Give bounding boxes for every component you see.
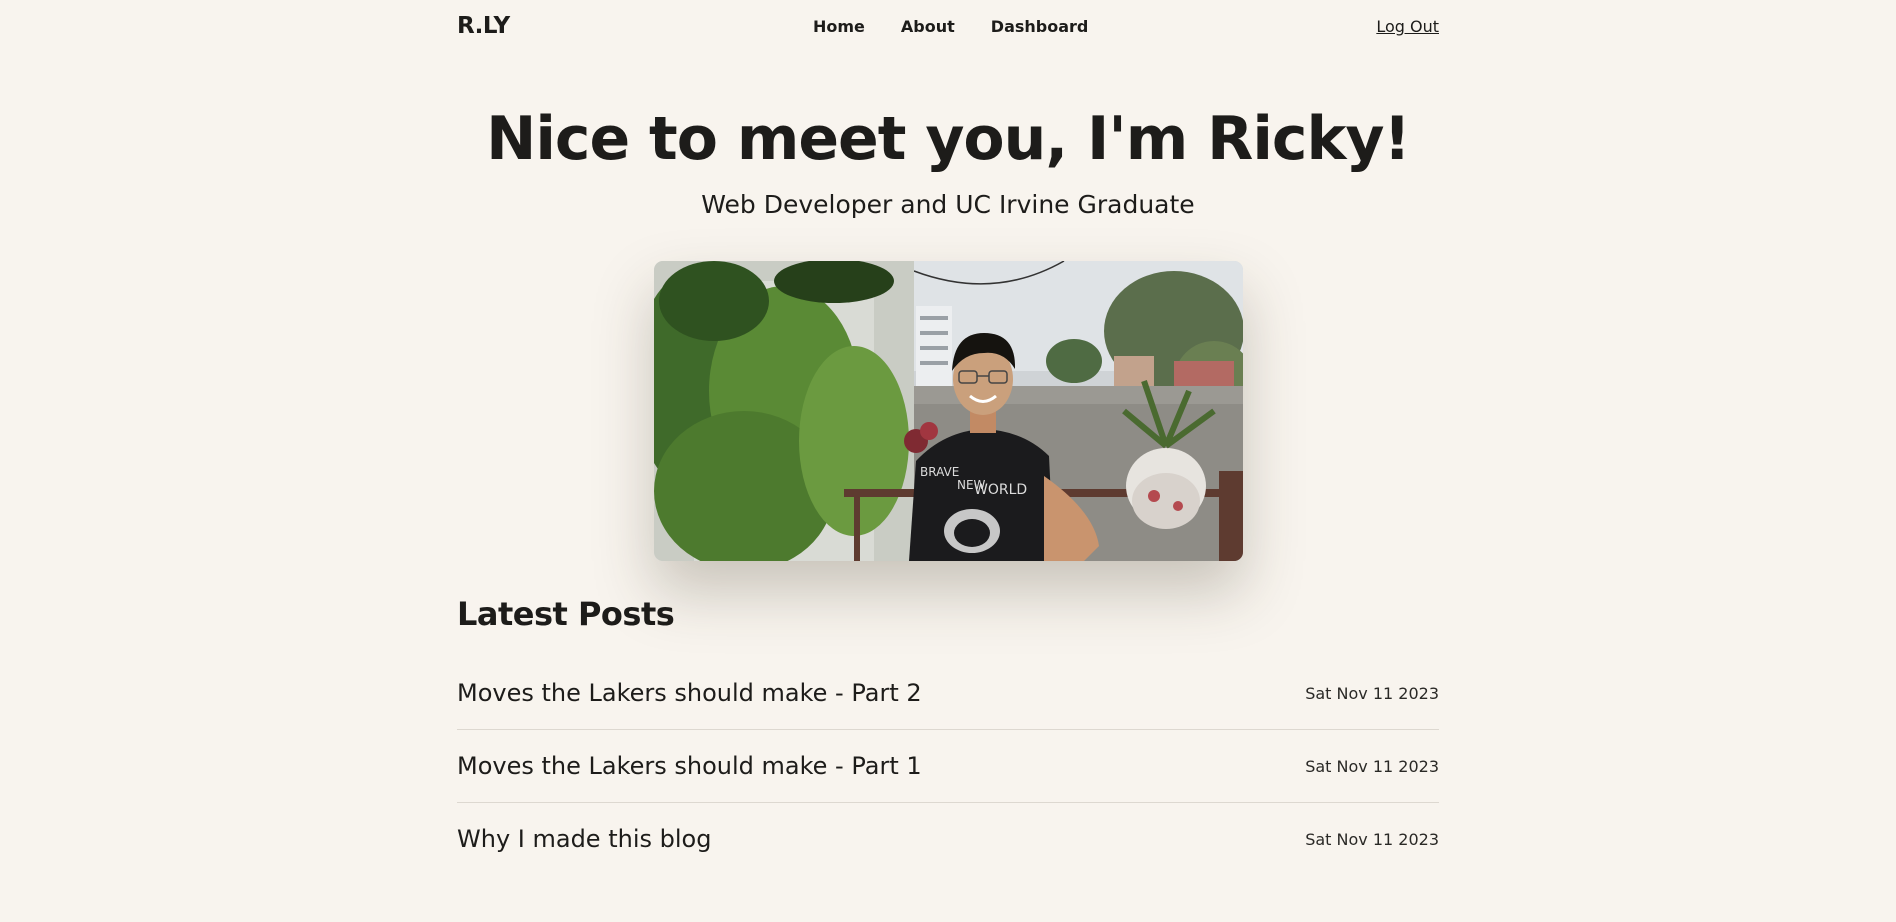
main-nav: Home About Dashboard [813,17,1088,36]
shirt-text-1: BRAVE [920,465,959,479]
post-item[interactable]: Moves the Lakers should make - Part 2 Sa… [457,657,1439,730]
nav-dashboard-link[interactable]: Dashboard [991,17,1089,36]
logout-link[interactable]: Log Out [1376,17,1439,36]
latest-posts-title: Latest Posts [457,595,675,633]
site-header: R.LY Home About Dashboard Log Out [457,0,1439,56]
posts-list: Moves the Lakers should make - Part 2 Sa… [457,657,1439,875]
hero-subtitle: Web Developer and UC Irvine Graduate [701,190,1195,219]
page-container: R.LY Home About Dashboard Log Out Nice t… [457,0,1439,875]
post-title[interactable]: Why I made this blog [457,825,711,853]
profile-photo: BRAVE NEW WORLD [653,261,1243,561]
hero-title: Nice to meet you, I'm Ricky! [486,104,1411,174]
nav-about-link[interactable]: About [901,17,955,36]
post-title[interactable]: Moves the Lakers should make - Part 1 [457,752,922,780]
post-date: Sat Nov 11 2023 [1305,683,1439,703]
post-title[interactable]: Moves the Lakers should make - Part 2 [457,679,922,707]
post-date: Sat Nov 11 2023 [1305,829,1439,849]
nav-home-link[interactable]: Home [813,17,865,36]
post-item[interactable]: Why I made this blog Sat Nov 11 2023 [457,803,1439,875]
shirt-text-3: WORLD [974,482,1027,498]
brand-logo[interactable]: R.LY [457,13,510,39]
post-item[interactable]: Moves the Lakers should make - Part 1 Sa… [457,730,1439,803]
post-date: Sat Nov 11 2023 [1305,756,1439,776]
